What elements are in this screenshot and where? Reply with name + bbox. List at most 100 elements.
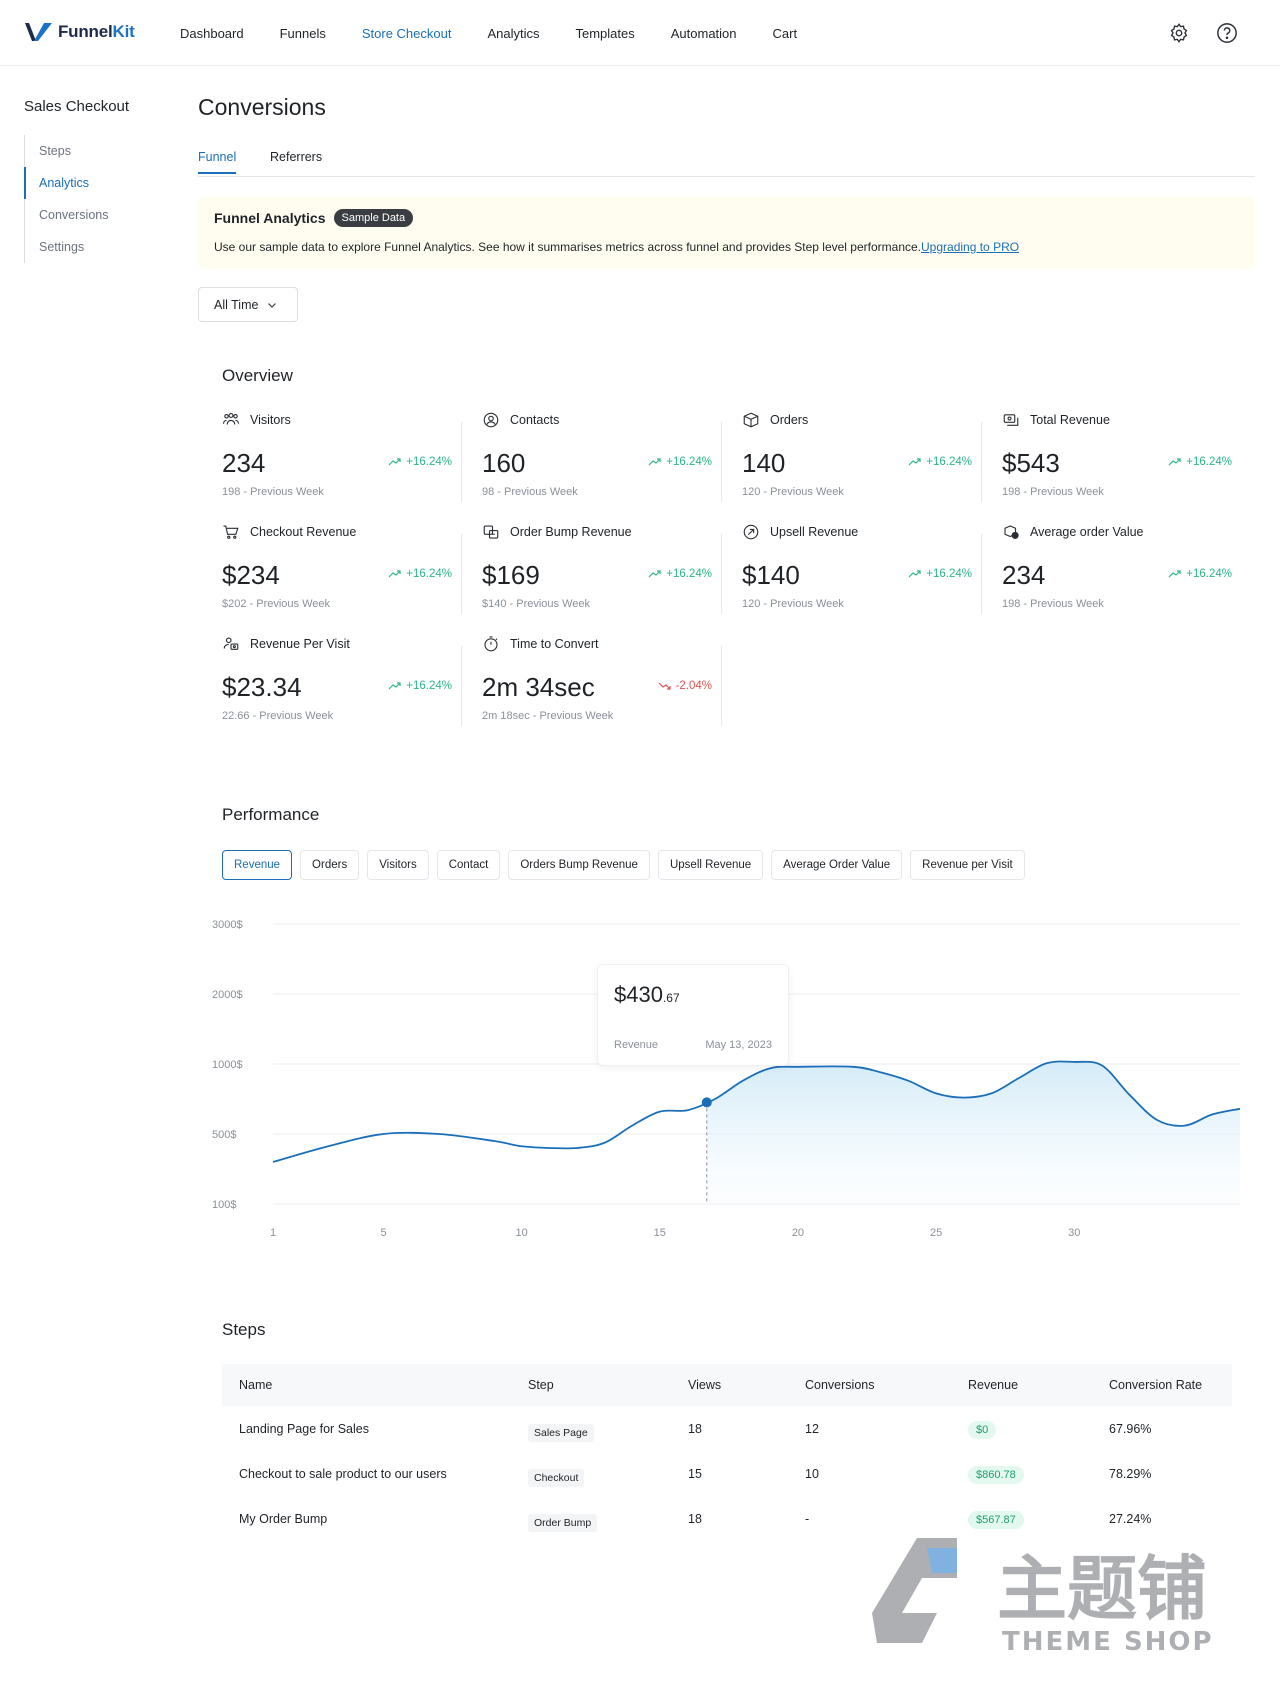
column-header-views[interactable]: Views [688, 1378, 721, 1392]
step-type-tag: Order Bump [528, 1513, 598, 1532]
column-header-conversion-rate[interactable]: Conversion Rate [1109, 1378, 1202, 1392]
metric-previous: 198 - Previous Week [1002, 486, 1104, 498]
theme-shop-watermark: 主题铺 THEME SHOP [872, 1538, 1212, 1657]
revenue-badge: $0 [968, 1420, 997, 1439]
column-header-name[interactable]: Name [239, 1378, 272, 1392]
sidebar: Sales Checkout Steps Analytics Conversions… [24, 98, 184, 263]
metric-value: 234 [222, 448, 266, 478]
perf-btn-revenue[interactable]: Revenue [222, 850, 293, 880]
perf-btn-visitors[interactable]: Visitors [367, 850, 429, 880]
tab-funnel[interactable]: Funnel [198, 150, 237, 174]
nav-item-store-checkout[interactable]: Store Checkout [362, 26, 452, 41]
table-cell: Landing Page for Sales [239, 1422, 369, 1436]
table-cell: 78.29% [1109, 1467, 1151, 1481]
upgrade-link[interactable]: Upgrading to PRO [921, 240, 1019, 254]
box-icon [743, 412, 759, 428]
table-cell: My Order Bump [239, 1512, 327, 1526]
column-header-revenue[interactable]: Revenue [968, 1378, 1018, 1392]
sidebar-item-steps[interactable]: Steps [25, 135, 184, 167]
y-tick-label: 100$ [212, 1199, 236, 1211]
steps-table: Name Step Views Conversions Revenue Conversio… [222, 1364, 1232, 1541]
perf-btn-contact[interactable]: Contact [436, 850, 501, 880]
y-tick-label: 2000$ [212, 989, 243, 1001]
funnelkit-logo[interactable]: FunnelKit [24, 20, 135, 44]
revenue-chart[interactable]: 3000$2000$1000$500$100$1 5 10 15 20 25 30 [210, 890, 1240, 1250]
metric-label: Revenue Per Visit [250, 637, 350, 651]
x-tick-label: 30 [1068, 1227, 1080, 1239]
sidebar-item-analytics[interactable]: Analytics [24, 167, 184, 199]
metric-card-order-bump-revenue: Order Bump Revenue $169 +16.24% $140 - Prev… [482, 520, 722, 620]
table-cell: 15 [688, 1467, 702, 1481]
table-cell: 67.96% [1109, 1422, 1151, 1436]
nav-item-dashboard[interactable]: Dashboard [180, 26, 244, 41]
metric-change: +16.24% [406, 568, 452, 580]
upsell-icon [743, 524, 759, 540]
tooltip-value: $430 [614, 982, 663, 1007]
metric-label: Checkout Revenue [250, 525, 357, 539]
nav-item-templates[interactable]: Templates [576, 26, 635, 41]
cell-rate: 78.29% [1109, 1466, 1152, 1481]
metric-label: Orders [770, 413, 809, 427]
date-range-dropdown[interactable]: All Time [198, 287, 298, 322]
metric-value: 2m 34sec [482, 672, 595, 702]
table-cell: 10 [805, 1467, 819, 1481]
metric-divider [721, 534, 722, 614]
metric-value: $23.34 [222, 672, 302, 702]
nav-item-cart[interactable]: Cart [773, 26, 798, 41]
nav-item-funnels[interactable]: Funnels [280, 26, 326, 41]
sidebar-title: Sales Checkout [24, 98, 130, 115]
nav-item-automation[interactable]: Automation [671, 26, 737, 41]
sample-data-banner: Funnel Analytics Sample Data Use our sam… [198, 197, 1255, 269]
date-range-value: All Time [214, 297, 259, 312]
banner-description: Use our sample data to explore Funnel An… [214, 240, 922, 254]
cell-conversions: 12 [805, 1421, 819, 1436]
settings-gear-icon[interactable] [1166, 20, 1192, 46]
table-cell: $860.78 [968, 1465, 1024, 1484]
perf-btn-orders-bump-revenue[interactable]: Orders Bump Revenue [508, 850, 650, 880]
help-icon[interactable] [1214, 20, 1240, 46]
x-tick-label: 15 [654, 1227, 666, 1239]
table-row[interactable]: Landing Page for Sales Sales Page 18 12 $0 67… [222, 1406, 1232, 1451]
cart-icon [223, 525, 239, 539]
metric-label: Upsell Revenue [770, 525, 859, 539]
metric-value: 234 [1002, 560, 1046, 590]
funnelkit-logo-icon [25, 23, 52, 41]
metric-label: Visitors [250, 413, 291, 427]
tab-referrers[interactable]: Referrers [270, 150, 322, 172]
perf-btn-orders[interactable]: Orders [300, 850, 360, 880]
metric-divider [461, 534, 462, 614]
table-cell: 18 [688, 1422, 702, 1436]
cell-conversions: 10 [805, 1466, 819, 1481]
metric-value: 160 [482, 448, 526, 478]
metric-value: $543 [1002, 448, 1060, 478]
metric-label: Total Revenue [1030, 413, 1110, 427]
metric-card-upsell-revenue: Upsell Revenue $140 +16.24% 120 - Previous … [742, 520, 982, 620]
column-header-conversions[interactable]: Conversions [805, 1378, 874, 1392]
table-row[interactable]: Checkout to sale product to our users Che… [222, 1451, 1232, 1496]
banner-title: Funnel Analytics [214, 210, 326, 226]
metric-label: Contacts [510, 413, 560, 427]
metric-card-revenue-per-visit: Revenue Per Visit $23.34 +16.24% 22.66 - Pr… [222, 632, 462, 732]
sidebar-item-settings[interactable]: Settings [25, 231, 184, 263]
perf-btn-revenue-per-visit[interactable]: Revenue per Visit [910, 850, 1025, 880]
steps-title: Steps [222, 1320, 266, 1339]
tab-bar: Funnel Referrers [198, 143, 1255, 177]
metric-previous: 120 - Previous Week [742, 486, 844, 498]
x-tick-label: 5 [380, 1227, 386, 1239]
performance-metric-selector: Revenue Orders Visitors Contact Orders Bump … [222, 850, 1025, 880]
page-title: Conversions [198, 94, 326, 120]
perf-btn-average-order-value[interactable]: Average Order Value [771, 850, 903, 880]
column-header-step[interactable]: Step [528, 1378, 554, 1392]
metric-previous: 2m 18sec - Previous Week [482, 710, 614, 722]
perf-btn-upsell-revenue[interactable]: Upsell Revenue [657, 850, 764, 880]
sidebar-item-conversions[interactable]: Conversions [25, 199, 184, 231]
main-nav: Dashboard Funnels Store Checkout Analytics T… [180, 0, 833, 66]
chevron-down-icon [268, 302, 277, 308]
trend-up-icon [388, 570, 401, 578]
nav-item-analytics[interactable]: Analytics [487, 26, 539, 41]
overview-title: Overview [222, 366, 293, 385]
y-tick-label: 1000$ [212, 1059, 243, 1071]
trend-up-icon [1168, 458, 1181, 466]
x-tick-label: 1 [270, 1227, 276, 1239]
performance-title: Performance [222, 805, 320, 824]
